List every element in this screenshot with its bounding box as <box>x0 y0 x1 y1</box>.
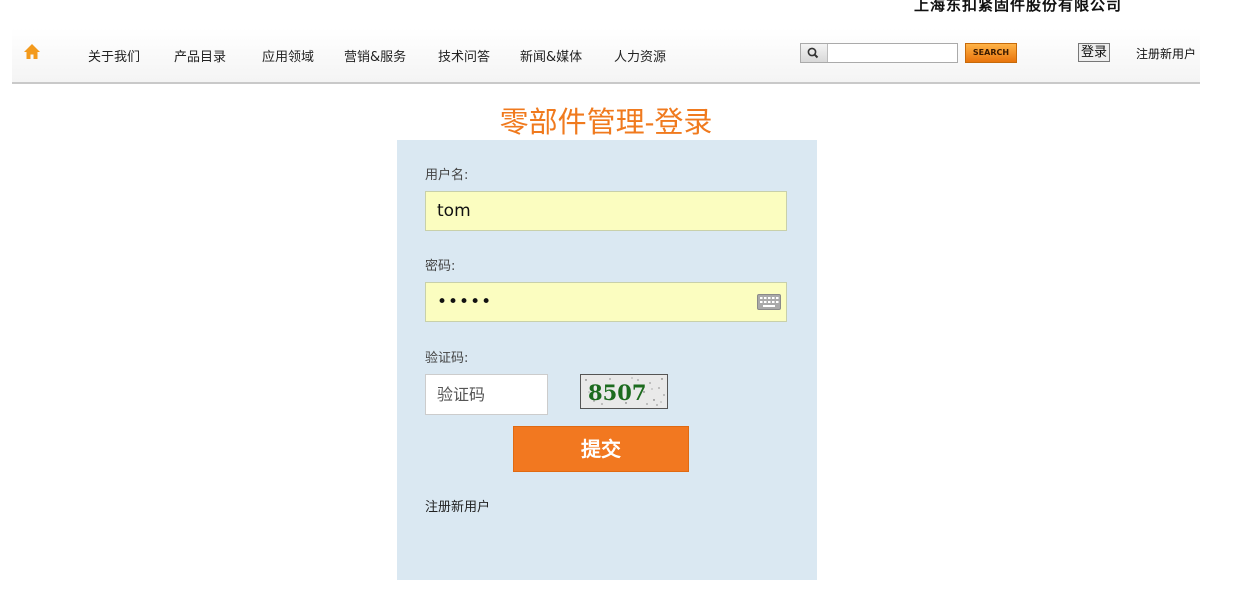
login-panel: 用户名: 密码: 验证码: 8507 提交 注册新用户 <box>397 140 817 580</box>
magnifier-icon[interactable] <box>801 44 828 62</box>
nav-item-applications[interactable]: 应用领域 <box>262 46 314 65</box>
captcha-image[interactable]: 8507 <box>580 374 668 409</box>
top-navbar: 关于我们 产品目录 应用领域 营销&服务 技术问答 新闻&媒体 人力资源 SEA… <box>12 28 1200 84</box>
register-new-user-link[interactable]: 注册新用户 <box>425 496 490 515</box>
nav-item-hr[interactable]: 人力资源 <box>614 46 666 65</box>
search-input[interactable] <box>828 44 956 62</box>
captcha-text: 8507 <box>588 380 646 405</box>
register-link[interactable]: 注册新用户 <box>1136 45 1196 62</box>
page-title: 零部件管理-登录 <box>499 105 713 139</box>
password-label: 密码: <box>425 259 456 274</box>
company-name: 上海东扣紧固件股份有限公司 <box>913 0 1122 14</box>
nav-item-products[interactable]: 产品目录 <box>174 46 226 65</box>
login-link[interactable]: 登录 <box>1078 43 1111 62</box>
home-icon[interactable] <box>23 43 41 61</box>
captcha-field[interactable] <box>425 374 548 415</box>
captcha-label: 验证码: <box>425 351 469 366</box>
username-field[interactable] <box>425 191 787 231</box>
password-field[interactable] <box>425 282 787 322</box>
nav-item-news-media[interactable]: 新闻&媒体 <box>520 46 582 65</box>
username-label: 用户名: <box>425 168 469 183</box>
search-button[interactable]: SEARCH <box>965 43 1017 63</box>
keyboard-icon[interactable] <box>757 294 781 310</box>
nav-item-marketing-service[interactable]: 营销&服务 <box>344 46 406 65</box>
nav-item-about[interactable]: 关于我们 <box>88 46 140 65</box>
search-box <box>800 43 958 63</box>
nav-item-tech-qa[interactable]: 技术问答 <box>438 46 490 65</box>
submit-button[interactable]: 提交 <box>513 426 689 472</box>
